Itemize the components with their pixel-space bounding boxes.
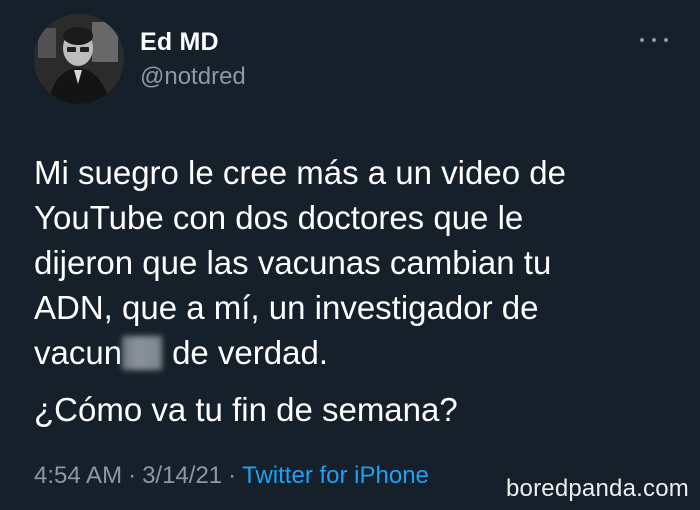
separator: · — [128, 462, 137, 489]
tweet-source-link[interactable]: Twitter for iPhone — [242, 462, 429, 489]
user-handle[interactable]: @notdred — [140, 63, 246, 91]
watermark: boredpanda.com — [506, 475, 689, 502]
tweet-line-start: vacun — [34, 334, 123, 371]
tweet-metadata: 4:54 AM · 3/14/21 · Twitter for iPhone — [34, 462, 429, 490]
blurred-redaction — [122, 336, 163, 370]
tweet-line: YouTube con dos doctores que le — [34, 199, 524, 236]
tweet-time[interactable]: 4:54 AM — [34, 462, 122, 489]
tweet-paragraph-1: Mi suegro le cree más a un video de YouT… — [34, 150, 674, 375]
separator: · — [228, 462, 237, 489]
tweet-line: Mi suegro le cree más a un video de — [34, 154, 566, 191]
display-name[interactable]: Ed MD — [140, 28, 219, 57]
tweet-line: dijeron que las vacunas cambian tu — [34, 244, 552, 281]
tweet-line: ADN, que a mí, un investigador de — [34, 289, 539, 326]
dot — [664, 38, 668, 42]
more-horizontal-icon[interactable] — [640, 30, 668, 50]
tweet-paragraph-2: ¿Cómo va tu fin de semana? — [34, 391, 458, 428]
tweet-date[interactable]: 3/14/21 — [142, 462, 222, 489]
tweet-card: Ed MD @notdred Mi suegro le cree más a u… — [0, 0, 700, 510]
tweet-text: Mi suegro le cree más a un video de YouT… — [34, 150, 674, 432]
profile-photo-icon — [34, 14, 124, 104]
avatar[interactable] — [34, 14, 124, 104]
tweet-line-end: de verdad. — [172, 334, 329, 371]
dot — [652, 38, 656, 42]
dot — [640, 38, 644, 42]
